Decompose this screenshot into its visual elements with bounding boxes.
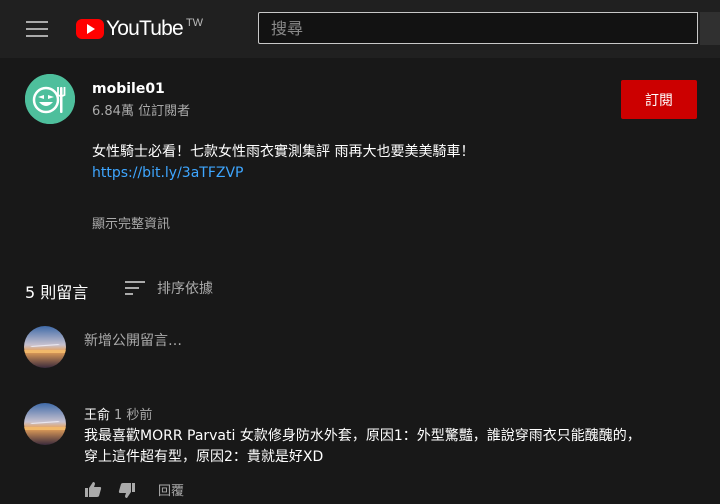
add-comment-input[interactable]: 新增公開留言… <box>84 330 182 350</box>
menu-icon[interactable] <box>26 21 48 37</box>
comment-line: 我最喜歡MORR Parvati 女款修身防水外套，原因1：外型驚豔，誰說穿雨衣… <box>84 428 641 444</box>
comment-count: 5 則留言 <box>25 283 89 302</box>
search-input[interactable] <box>259 13 697 43</box>
show-more-button[interactable]: 顯示完整資訊 <box>92 213 170 232</box>
description-link[interactable]: https://bit.ly/3aTFZVP <box>92 163 474 184</box>
comment-actions: 回覆 <box>84 480 184 499</box>
description-text: 女性騎士必看！七款女性雨衣實測集評 雨再大也要美美騎車！ <box>92 144 475 160</box>
avatar-image <box>24 403 66 445</box>
search-button[interactable] <box>700 12 720 45</box>
video-description: 女性騎士必看！七款女性雨衣實測集評 雨再大也要美美騎車！ https://bit… <box>92 142 474 184</box>
comment-line: 穿上這件超有型，原因2：貴就是好XD <box>84 449 324 465</box>
comment-author-avatar[interactable] <box>24 403 66 445</box>
sort-label: 排序依據 <box>157 281 213 297</box>
avatar-image <box>24 326 66 368</box>
sort-button[interactable]: 排序依據 <box>125 278 213 298</box>
youtube-logo[interactable]: YouTube TW <box>76 17 203 41</box>
channel-avatar[interactable] <box>25 74 75 124</box>
mobile01-logo-icon <box>25 74 75 124</box>
sort-icon <box>125 281 145 295</box>
search-box[interactable] <box>258 12 698 44</box>
comment-header: 王俞 1 秒前 <box>84 404 152 423</box>
subscribe-button[interactable]: 訂閱 <box>621 80 697 119</box>
subscriber-count: 6.84萬 位訂閱者 <box>92 104 191 119</box>
top-bar: YouTube TW <box>0 0 720 58</box>
comment-time[interactable]: 1 秒前 <box>114 408 152 423</box>
comment-text: 我最喜歡MORR Parvati 女款修身防水外套，原因1：外型驚豔，誰說穿雨衣… <box>84 426 684 468</box>
logo-region: TW <box>185 17 204 29</box>
comment-author[interactable]: 王俞 <box>84 408 110 423</box>
reply-button[interactable]: 回覆 <box>158 480 184 499</box>
like-icon[interactable] <box>84 481 102 499</box>
dislike-icon[interactable] <box>118 481 136 499</box>
play-icon <box>76 19 104 39</box>
channel-name[interactable]: mobile01 <box>92 81 165 97</box>
user-avatar <box>24 326 66 368</box>
logo-text: YouTube <box>106 17 184 40</box>
